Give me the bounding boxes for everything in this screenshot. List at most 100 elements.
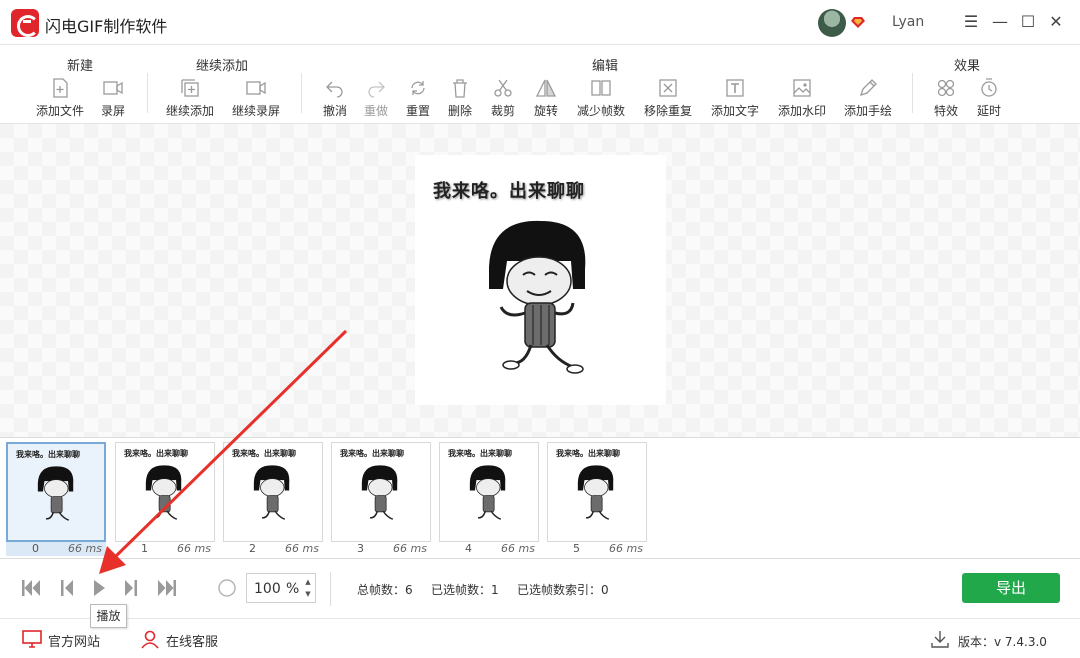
reset-icon bbox=[411, 81, 425, 95]
frame-index: 2 bbox=[249, 542, 256, 555]
frame-duration: 66 ms bbox=[393, 542, 427, 555]
add-drawing-button[interactable]: 添加手绘 bbox=[843, 78, 893, 122]
frame-thumbnail[interactable]: 我来咯。出来聊聊 0 66 ms bbox=[6, 442, 106, 556]
user-name[interactable]: Lyan bbox=[892, 14, 924, 30]
frame-index: 5 bbox=[573, 542, 580, 555]
crop-button[interactable]: 裁剪 bbox=[490, 78, 516, 122]
zoom-unit: % bbox=[286, 581, 300, 597]
undo-icon bbox=[326, 81, 343, 98]
effects-icon bbox=[937, 79, 955, 97]
online-support-link[interactable]: 在线客服 bbox=[166, 631, 218, 650]
minimize-button[interactable]: — bbox=[991, 13, 1009, 31]
pencil-icon bbox=[859, 79, 877, 97]
trash-icon bbox=[453, 79, 467, 98]
selected-frames: 已选帧数：1 bbox=[431, 583, 499, 597]
zoom-decrease-icon[interactable]: ▼ bbox=[303, 590, 313, 599]
frame-index: 4 bbox=[465, 542, 472, 555]
reduce-frames-button[interactable]: 减少帧数 bbox=[576, 78, 626, 122]
add-file-button[interactable]: 添加文件 bbox=[36, 78, 84, 122]
last-frame-icon[interactable] bbox=[156, 577, 178, 599]
playback-divider bbox=[330, 572, 331, 606]
group-title-new: 新建 bbox=[67, 59, 94, 74]
add-frames-icon bbox=[181, 79, 199, 97]
frames-strip: 我来咯。出来聊聊 0 66 ms 我来咯。出来聊聊 1 66 ms 我来咯。出来… bbox=[0, 437, 1080, 559]
toolbar-divider bbox=[301, 73, 302, 113]
frame-image bbox=[145, 465, 182, 520]
delay-button[interactable]: 延时 bbox=[976, 78, 1002, 122]
frame-thumbnail[interactable]: 我来咯。出来聊聊 5 66 ms bbox=[547, 442, 647, 556]
support-icon bbox=[141, 630, 159, 649]
frame-index: 3 bbox=[357, 542, 364, 555]
version-label: 版本：v 7.4.3.0 bbox=[958, 635, 1047, 649]
video-icon bbox=[246, 81, 266, 95]
frame-duration: 66 ms bbox=[177, 542, 211, 555]
remove-duplicate-icon bbox=[659, 79, 677, 97]
frame-thumbnail[interactable]: 我来咯。出来聊聊 1 66 ms bbox=[115, 442, 215, 556]
toolbar-divider bbox=[912, 73, 913, 113]
frame-index: 1 bbox=[141, 542, 148, 555]
undo-button[interactable]: 撤消 bbox=[322, 78, 348, 122]
frame-duration: 66 ms bbox=[68, 542, 102, 555]
reset-button[interactable]: 重置 bbox=[405, 78, 431, 122]
selected-frame-index: 已选帧数索引：0 bbox=[517, 583, 609, 597]
frame-thumbnail[interactable]: 我来咯。出来聊聊 3 66 ms bbox=[331, 442, 431, 556]
scissors-icon bbox=[494, 79, 512, 97]
play-tooltip: 播放 bbox=[90, 604, 127, 628]
group-title-continue-add: 继续添加 bbox=[196, 59, 249, 74]
playback-bar: 100 % ▲ ▼ 总帧数：6 已选帧数：1 已选帧数索引：0 导出 bbox=[0, 560, 1080, 618]
add-text-button[interactable]: 添加文字 bbox=[710, 78, 760, 122]
maximize-button[interactable]: ☐ bbox=[1019, 13, 1037, 31]
frame-image bbox=[577, 465, 614, 520]
frame-index: 0 bbox=[32, 542, 39, 555]
vip-diamond-icon[interactable] bbox=[851, 16, 865, 29]
zoom-increase-icon[interactable]: ▲ bbox=[303, 578, 313, 587]
text-icon bbox=[726, 79, 744, 97]
image-icon bbox=[793, 79, 811, 97]
continue-record-button[interactable]: 继续录屏 bbox=[232, 78, 280, 122]
footer: 官方网站 在线客服 版本：v 7.4.3.0 bbox=[0, 618, 1080, 658]
user-avatar[interactable] bbox=[818, 9, 846, 37]
first-frame-icon[interactable] bbox=[20, 577, 42, 599]
download-icon[interactable] bbox=[931, 630, 949, 648]
record-screen-button[interactable]: 录屏 bbox=[98, 78, 128, 122]
title-bar: 闪电GIF制作软件 Lyan ☰ — ☐ ✕ bbox=[0, 0, 1080, 45]
rotate-button[interactable]: 旋转 bbox=[533, 78, 559, 122]
timer-icon bbox=[981, 78, 997, 97]
preview-caption: 我来咯。出来聊聊 bbox=[433, 181, 585, 202]
zoom-icon bbox=[218, 579, 236, 597]
preview-canvas[interactable]: 我来咯。出来聊聊 bbox=[0, 124, 1080, 437]
zoom-value: 100 bbox=[254, 581, 281, 597]
remove-duplicates-button[interactable]: 移除重复 bbox=[643, 78, 693, 122]
frame-duration: 66 ms bbox=[609, 542, 643, 555]
zoom-input[interactable]: 100 % ▲ ▼ bbox=[246, 573, 316, 603]
group-title-edit: 编辑 bbox=[592, 59, 619, 74]
toolbar: 新建 继续添加 编辑 效果 添加文件 录屏 继续添加 继续录屏 撤消 重做 重置… bbox=[0, 45, 1080, 124]
play-icon[interactable] bbox=[88, 577, 110, 599]
monitor-icon bbox=[22, 630, 42, 648]
frame-image bbox=[37, 466, 74, 521]
next-frame-icon[interactable] bbox=[120, 577, 142, 599]
frame-image bbox=[253, 465, 290, 520]
official-site-link[interactable]: 官方网站 bbox=[48, 631, 100, 650]
meme-character-image bbox=[489, 220, 586, 374]
frame-duration: 66 ms bbox=[285, 542, 319, 555]
previous-frame-icon[interactable] bbox=[56, 577, 78, 599]
delete-button[interactable]: 删除 bbox=[447, 78, 473, 122]
toolbar-divider bbox=[147, 73, 148, 113]
close-button[interactable]: ✕ bbox=[1047, 13, 1065, 31]
effects-button[interactable]: 特效 bbox=[933, 78, 959, 122]
frame-thumbnail[interactable]: 我来咯。出来聊聊 2 66 ms bbox=[223, 442, 323, 556]
redo-icon bbox=[368, 81, 385, 98]
frame-thumbnail[interactable]: 我来咯。出来聊聊 4 66 ms bbox=[439, 442, 539, 556]
continue-add-button[interactable]: 继续添加 bbox=[166, 78, 214, 122]
group-title-effects: 效果 bbox=[954, 59, 981, 74]
redo-button[interactable]: 重做 bbox=[363, 78, 389, 122]
total-frames: 总帧数：6 bbox=[357, 583, 413, 597]
add-watermark-button[interactable]: 添加水印 bbox=[777, 78, 827, 122]
export-button[interactable]: 导出 bbox=[962, 573, 1060, 603]
preview-image: 我来咯。出来聊聊 bbox=[415, 155, 666, 405]
app-title: 闪电GIF制作软件 bbox=[45, 17, 168, 36]
frame-image bbox=[361, 465, 398, 520]
video-icon bbox=[103, 81, 123, 95]
menu-icon[interactable]: ☰ bbox=[962, 13, 980, 31]
